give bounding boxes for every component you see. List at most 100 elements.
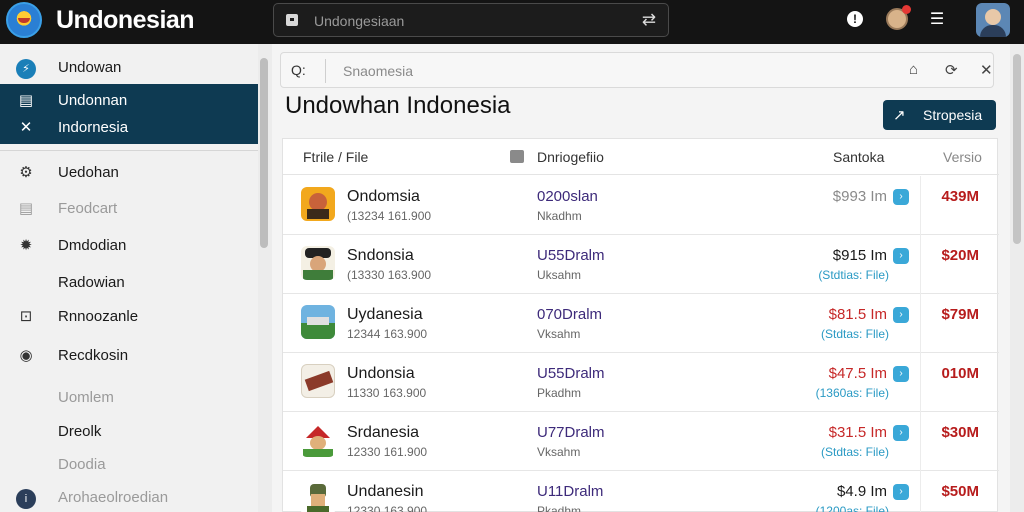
table-row[interactable]: Undonsia 11330 163.900 U55Dralm Pkadhm $… [283, 353, 999, 412]
swap-icon[interactable]: ⇄ [642, 10, 656, 30]
row-note: (1360as: File) [815, 386, 889, 400]
avatar[interactable] [976, 3, 1010, 37]
column-divider [920, 294, 921, 353]
row-sub: 11330 163.900 [347, 386, 427, 400]
row-code: U55Dralm [537, 365, 605, 382]
top-search-field[interactable]: Undongesiaan ⇄ [273, 3, 669, 37]
row-price: $915 Im [832, 247, 887, 264]
table-row[interactable]: Srdanesia 12330 161.900 U77Dralm Vksahm … [283, 412, 999, 471]
sidebar: ⚡ Undowan ▤ Undonnan ✕ Indornesia ⚙ Uedo… [0, 44, 258, 512]
main-search-placeholder: Snaomesia [343, 63, 414, 79]
main-search-field[interactable]: Q: Snaomesia ⌂ ⟳ ✕ [280, 52, 994, 88]
row-name: Undanesin [347, 483, 424, 500]
sidebar-item-arohaeolroedian[interactable]: i Arohaeolroedian [0, 482, 258, 512]
row-code-sub: Nkadhm [537, 209, 582, 223]
home-icon[interactable]: ⌂ [909, 61, 918, 78]
app-thumbnail-icon [301, 482, 335, 512]
sidebar-item-rnnoozanle[interactable]: ⊡ Rnnoozanle [0, 301, 258, 331]
row-version: $50M [941, 483, 979, 500]
square-icon: ⊡ [19, 308, 33, 325]
row-code-sub: Uksahm [537, 268, 582, 282]
row-code-sub: Pkadhm [537, 386, 582, 400]
eye-icon: ◉ [19, 347, 33, 364]
sidebar-item-label: Undonnan [58, 92, 128, 109]
info-badge-icon[interactable]: › [893, 425, 909, 441]
top-search-value: Undongesiaan [314, 13, 405, 29]
table-row[interactable]: Undanesin 12330 163.900 U11Dralm Pkadhm … [283, 471, 999, 512]
top-bar: Undonesian Undongesiaan ⇄ ! ☰ [0, 0, 1024, 44]
row-note: (Stdtas: File) [820, 445, 889, 459]
main-scrollbar[interactable] [1013, 54, 1021, 244]
help-icon[interactable]: ! [847, 11, 863, 27]
sidebar-item-feodcart[interactable]: ▤ Feodcart [0, 193, 258, 223]
app-thumbnail-icon [301, 364, 335, 398]
row-sub: 12330 161.900 [347, 445, 428, 459]
sidebar-item-recdkosin[interactable]: ◉ Recdkosin [0, 340, 258, 370]
sidebar-item-radowian[interactable]: Radowian [0, 267, 258, 297]
sidebar-scrollbar[interactable] [260, 58, 268, 248]
row-price: $31.5 Im [828, 424, 887, 441]
row-code-sub: Pkadhm [537, 504, 582, 512]
sidebar-item-label: Feodcart [58, 200, 118, 217]
table-row[interactable]: Ondomsia (13234 161.900 0200slan Nkadhm … [283, 176, 999, 235]
sidebar-item-label: Arohaeolroedian [58, 489, 169, 506]
sidebar-item-label: Indornesia [58, 119, 129, 136]
row-note: (Stdtias: File) [818, 268, 889, 282]
column-header-version[interactable]: Versio [943, 149, 982, 165]
sidebar-item-label: Uedohan [58, 164, 119, 181]
sidebar-item-undowan[interactable]: ⚡ Undowan [0, 52, 258, 82]
sidebar-item-doodia[interactable]: Doodia [0, 449, 258, 479]
info-badge-icon[interactable]: › [893, 189, 909, 205]
info-badge-icon[interactable]: › [893, 248, 909, 264]
row-name: Sndonsia [347, 247, 414, 264]
app-logo[interactable] [6, 2, 42, 38]
sidebar-active-group: ▤ Undonnan ✕ Indornesia [0, 84, 258, 144]
sidebar-item-label: Radowian [58, 274, 125, 291]
row-note: (Stdtas: Flle) [820, 327, 889, 341]
row-note: (1200as: File) [815, 504, 889, 512]
app-thumbnail-icon [301, 246, 335, 280]
sidebar-item-label: Dreolk [58, 423, 102, 440]
info-icon: i [16, 488, 36, 509]
list-icon[interactable]: ☰ [928, 11, 946, 29]
search-separator [325, 59, 326, 83]
row-price: $993 Im [832, 188, 887, 205]
row-version: $79M [941, 306, 979, 323]
grid-icon: ▤ [18, 200, 34, 217]
sidebar-item-uomlem[interactable]: Uomlem [0, 382, 258, 412]
column-header-file[interactable]: Ftrile / File [303, 149, 368, 165]
info-badge-icon[interactable]: › [893, 307, 909, 323]
sidebar-item-label: Undowan [58, 59, 122, 76]
shuffle-icon: ✕ [19, 119, 33, 136]
sidebar-item-uedohan[interactable]: ⚙ Uedohan [0, 157, 258, 187]
table-row[interactable]: Sndonsia (13330 163.900 U55Dralm Uksahm … [283, 235, 999, 294]
info-badge-icon[interactable]: › [893, 484, 909, 500]
row-name: Uydanesia [347, 306, 423, 323]
refresh-icon[interactable]: ⟳ [945, 61, 958, 79]
lock-icon [286, 14, 298, 26]
app-thumbnail-icon [301, 423, 335, 457]
column-header-description[interactable]: Dnriogefiio [537, 149, 604, 165]
close-icon[interactable]: ✕ [980, 61, 993, 79]
sidebar-item-dreolk[interactable]: Dreolk [0, 416, 258, 446]
row-sub: 12344 163.900 [347, 327, 428, 341]
sidebar-item-indornesia[interactable]: ✕ Indornesia [0, 112, 258, 142]
row-version: 010M [941, 365, 979, 382]
row-version: 439M [941, 188, 979, 205]
column-divider [920, 176, 921, 235]
row-price: $81.5 Im [828, 306, 887, 323]
search-icon: Q: [291, 62, 306, 78]
column-header-santoka[interactable]: Santoka [833, 149, 884, 165]
compass-icon: ⚡ [16, 58, 36, 79]
sidebar-item-label: Rnnoozanle [58, 308, 139, 325]
column-divider [920, 412, 921, 471]
page-title: Undowhan Indonesia [285, 92, 511, 119]
sidebar-item-dmdodian[interactable]: ✹ Dmdodian [0, 230, 258, 260]
table-row[interactable]: Uydanesia 12344 163.900 070Dralm Vksahm … [283, 294, 999, 353]
notification-dot [902, 5, 911, 14]
sidebar-item-undonnan[interactable]: ▤ Undonnan [0, 85, 258, 115]
app-thumbnail-icon [301, 187, 335, 221]
primary-button[interactable]: ↗ Stropesia [883, 100, 996, 130]
info-badge-icon[interactable]: › [893, 366, 909, 382]
row-name: Undonsia [347, 365, 415, 382]
